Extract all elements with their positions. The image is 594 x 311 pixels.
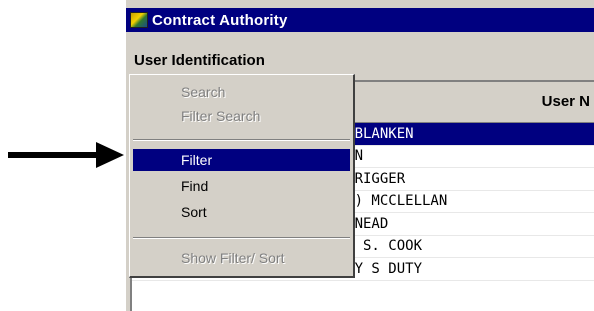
menu-item-search: Search <box>181 84 226 100</box>
title-bar[interactable]: Contract Authority <box>126 8 594 32</box>
menu-item-sort[interactable]: Sort <box>133 201 350 223</box>
arrow-right-icon <box>8 142 124 168</box>
context-menu: Search Filter Search Filter Find Sort Sh… <box>129 74 355 278</box>
menu-item-filter-search: Filter Search <box>181 108 261 124</box>
window-title: Contract Authority <box>152 11 288 29</box>
column-header-user-name[interactable]: User N <box>542 93 590 110</box>
menu-separator <box>133 237 350 239</box>
menu-item-find[interactable]: Find <box>133 175 350 197</box>
menu-separator <box>133 139 350 141</box>
contract-authority-app-icon <box>130 12 148 28</box>
menu-item-filter[interactable]: Filter <box>133 149 350 171</box>
section-label: User Identification <box>134 52 265 69</box>
menu-item-show-filter-sort: Show Filter/ Sort <box>181 250 285 266</box>
